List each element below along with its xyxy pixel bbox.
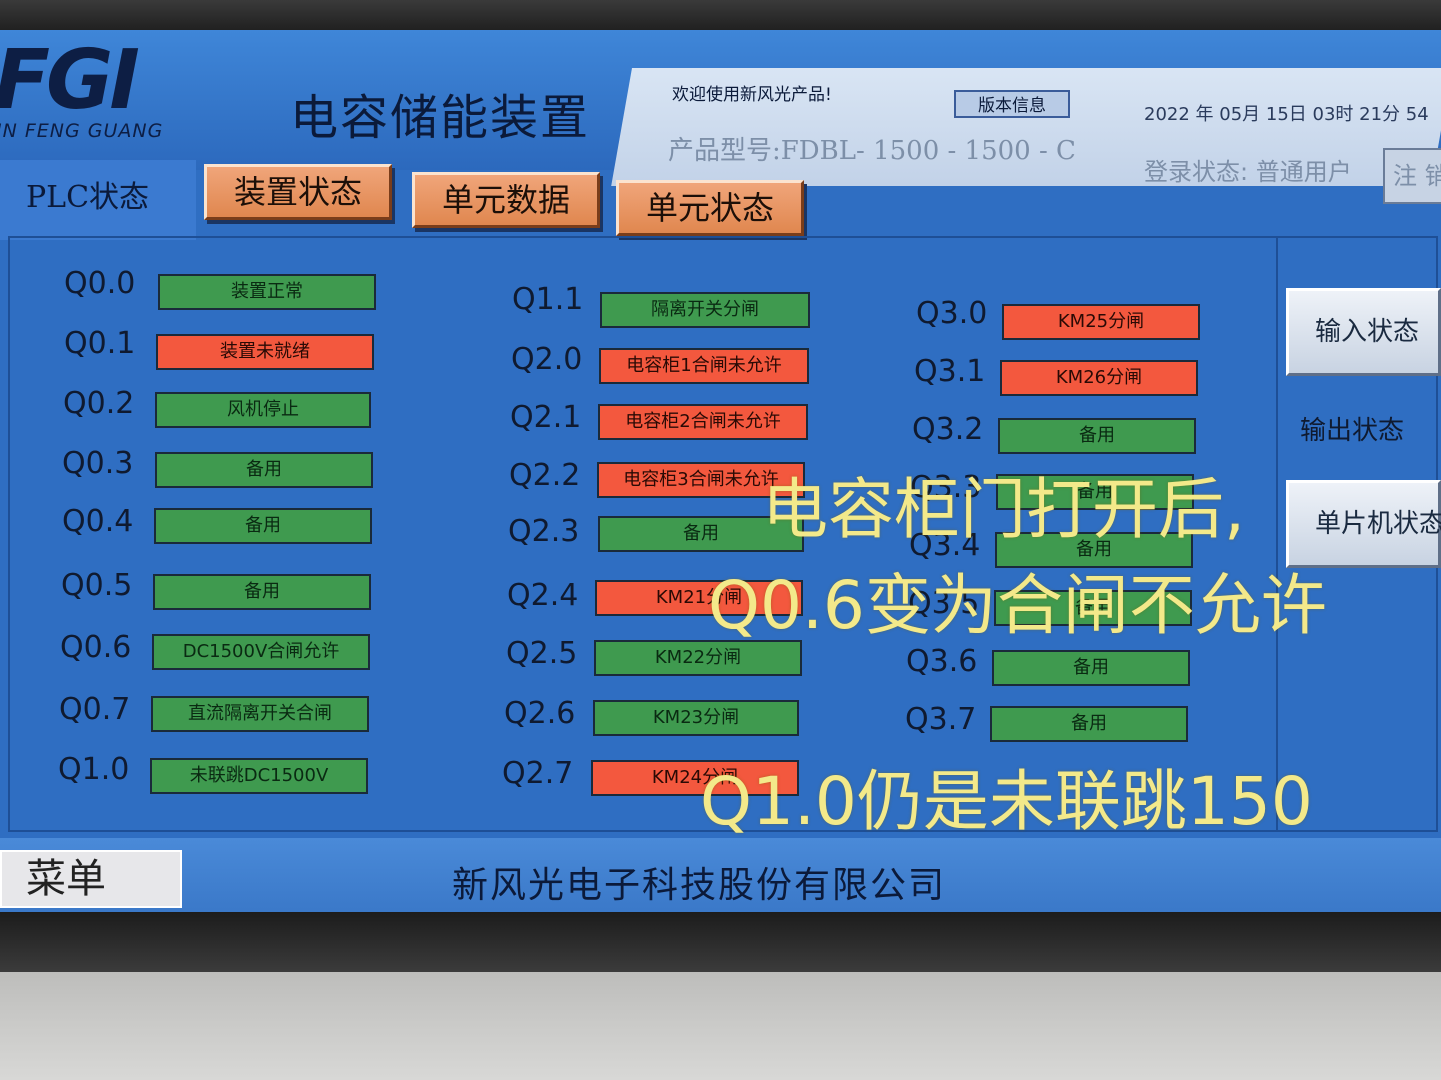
logo-subtext: IN FENG GUANG [0,120,164,142]
tab-unit-data[interactable]: 单元数据 [412,172,600,228]
output-label: Q3.1 [914,354,986,389]
hmi-screen: FGI IN FENG GUANG 电容储能装置 欢迎使用新风光产品! 版本信息… [0,30,1441,914]
output-status-box: 备用 [153,574,371,610]
annotation-line-1: 电容柜门打开后, [762,471,1245,548]
output-label: Q0.7 [59,692,131,727]
output-label: Q0.3 [62,446,134,481]
monitor-bezel-top [0,0,1441,32]
output-label: Q1.0 [58,752,130,787]
output-label: Q0.5 [61,568,133,603]
monitor-casing [0,972,1441,1080]
mcu-status-button[interactable]: 单片机状态 [1286,480,1441,568]
tab-device-status[interactable]: 装置状态 [204,164,392,220]
output-status-box: 备用 [998,418,1196,454]
output-label: Q2.0 [511,342,583,377]
login-status: 登录状态: 普通用户 [1144,158,1352,186]
tab-unit-status[interactable]: 单元状态 [616,180,804,236]
output-label: Q3.7 [905,702,977,737]
output-label: Q3.6 [906,644,978,679]
output-status-box: 装置正常 [158,274,376,310]
annotation-line-3: Q1.0仍是未联跳150 [700,763,1313,840]
panel-divider [1276,236,1278,832]
output-status-box: DC1500V合闸允许 [152,634,370,670]
app-title: 电容储能装置 [290,90,591,146]
output-label: Q0.2 [63,386,135,421]
output-status-box: 装置未就绪 [156,334,374,370]
output-label: Q2.3 [508,514,580,549]
output-status-box: 风机停止 [155,392,371,428]
tab-plc-status[interactable]: PLC状态 [0,160,196,240]
output-label: Q3.2 [912,412,984,447]
welcome-text: 欢迎使用新风光产品! [672,85,832,105]
version-info-button[interactable]: 版本信息 [954,90,1070,118]
output-status-box: KM23分闸 [593,700,799,736]
output-label: Q2.1 [510,400,582,435]
output-label: Q0.6 [60,630,132,665]
output-status-box: 未联跳DC1500V [150,758,368,794]
output-status-box: 备用 [992,650,1190,686]
output-label: Q2.4 [507,578,579,613]
output-label: Q2.7 [502,756,574,791]
output-status-box: 直流隔离开关合闸 [151,696,369,732]
output-status-box: 备用 [155,452,373,488]
output-label: Q2.2 [509,458,581,493]
input-status-button[interactable]: 输入状态 [1286,288,1441,376]
annotation-line-2: Q0.6变为合闸不允许 [708,567,1327,644]
output-status-box: 备用 [990,706,1188,742]
product-model: 产品型号:FDBL- 1500 - 1500 - C [668,136,1076,166]
monitor-bezel-bottom [0,912,1441,972]
menu-button[interactable]: 菜单 [0,850,182,908]
datetime-display: 2022 年 05月 15日 03时 21分 54 [1144,104,1429,125]
logout-button[interactable]: 注 销 [1383,148,1441,204]
output-label: Q0.1 [64,326,136,361]
output-status-box: 备用 [154,508,372,544]
output-label: Q2.5 [506,636,578,671]
output-status-label: 输出状态 [1300,416,1405,446]
output-status-box: KM26分闸 [1000,360,1198,396]
output-status-box: 隔离开关分闸 [600,292,810,328]
company-name: 新风光电子科技股份有限公司 [452,865,947,906]
output-label: Q0.0 [64,266,136,301]
output-label: Q3.0 [916,296,988,331]
output-label: Q2.6 [504,696,576,731]
output-label: Q0.4 [62,504,134,539]
output-status-box: KM25分闸 [1002,304,1200,340]
output-status-box: 电容柜1合闸未允许 [599,348,809,384]
output-status-box: 电容柜2合闸未允许 [598,404,808,440]
company-logo: FGI [0,33,140,128]
output-label: Q1.1 [512,282,584,317]
